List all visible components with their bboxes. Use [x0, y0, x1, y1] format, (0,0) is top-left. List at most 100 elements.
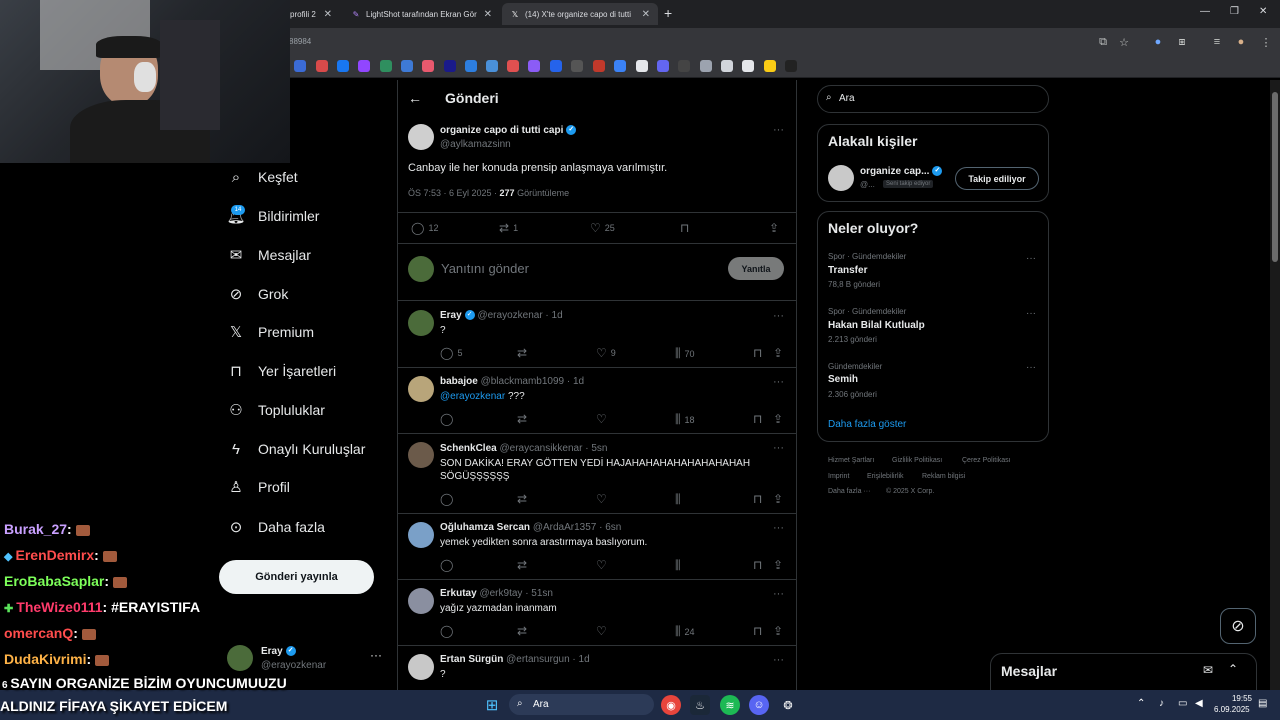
bookmark-action[interactable]: ⊓	[753, 346, 766, 360]
reply-action[interactable]: ◯ 5	[440, 346, 462, 360]
avatar[interactable]	[408, 124, 434, 150]
reply-action[interactable]: ◯	[440, 624, 457, 638]
footer-link[interactable]: Hizmet Şartları	[828, 457, 874, 464]
reply-header[interactable]: Erkutay @erk9tay · 51sn	[440, 588, 553, 599]
bookmark-icon[interactable]	[316, 60, 328, 72]
url-field[interactable]: 88984	[289, 37, 311, 46]
new-message-icon[interactable]: ✉	[1203, 663, 1213, 677]
nav-messages[interactable]: ✉ Mesajlar	[226, 240, 311, 270]
trend-name[interactable]: Semih	[828, 374, 858, 385]
bookmark-icon[interactable]	[401, 60, 413, 72]
bookmark-icon[interactable]	[507, 60, 519, 72]
bookmark-icon[interactable]	[294, 60, 306, 72]
reply-action[interactable]: ◯	[440, 492, 457, 506]
bookmark-action[interactable]: ⊓	[753, 412, 766, 426]
back-arrow-icon[interactable]: ←	[408, 90, 422, 106]
tab-profile[interactable]: profili 2 ✕	[282, 3, 340, 25]
close-icon[interactable]: ✕	[324, 9, 332, 20]
like-action[interactable]: ♡	[596, 558, 611, 572]
repost-action[interactable]: ⇄	[517, 346, 531, 360]
like-action[interactable]: ♡	[596, 412, 611, 426]
op-name[interactable]: organize capo di tutti capi ✓	[440, 125, 577, 136]
more-icon[interactable]: ···	[1026, 253, 1036, 264]
reply-action[interactable]: ◯	[440, 412, 457, 426]
avatar[interactable]	[227, 645, 253, 671]
windows-start-icon[interactable]: ⊞	[482, 695, 502, 715]
bookmark-icon[interactable]	[636, 60, 648, 72]
extensions-icon[interactable]: ⧆	[1175, 35, 1189, 49]
post-button[interactable]: Gönderi yayınla	[219, 560, 374, 594]
footer-link[interactable]: Daha fazla ···	[828, 488, 870, 495]
views-action[interactable]: ⫼ 18	[675, 412, 695, 427]
following-button[interactable]: Takip ediliyor	[955, 167, 1039, 190]
new-tab-icon[interactable]: +	[664, 5, 672, 21]
nav-profile[interactable]: ♙ Profil	[226, 472, 290, 502]
more-icon[interactable]: ···	[773, 442, 784, 454]
person-name[interactable]: organize cap... ✓	[860, 166, 943, 177]
bookmark-star-icon[interactable]: ☆	[1117, 35, 1131, 49]
reply-header[interactable]: SchenkClea @eraycansikkenar · 5sn	[440, 443, 607, 454]
repost-action[interactable]: ⇄	[517, 558, 531, 572]
clock-time[interactable]: 19:55	[1222, 694, 1252, 703]
scrollbar-thumb[interactable]	[1272, 92, 1278, 262]
views-action[interactable]: ⫼	[675, 492, 685, 507]
extension-vpn-icon[interactable]: ●	[1151, 35, 1165, 49]
bookmark-icon[interactable]	[380, 60, 392, 72]
bookmark-action[interactable]: ⊓	[753, 558, 766, 572]
like-action[interactable]: ♡ 9	[596, 346, 616, 360]
bookmark-icon[interactable]	[785, 60, 797, 72]
avatar[interactable]	[408, 522, 434, 548]
share-action[interactable]: ⇪	[769, 221, 783, 235]
reply-action[interactable]: ◯ 12	[411, 221, 438, 235]
repost-action[interactable]: ⇄	[517, 412, 531, 426]
footer-link[interactable]: Gizlilik Politikası	[892, 457, 942, 464]
trend-name[interactable]: Hakan Bilal Kutlualp	[828, 320, 925, 331]
bookmark-icon[interactable]	[614, 60, 626, 72]
bookmark-icon[interactable]	[422, 60, 434, 72]
grok-icon[interactable]: ⊘	[1220, 608, 1256, 644]
bookmark-action[interactable]: ⊓	[753, 492, 766, 506]
mention-link[interactable]: @erayozkenar	[440, 391, 505, 402]
more-icon[interactable]: ···	[773, 654, 784, 666]
op-handle[interactable]: @aylkamazsinn	[440, 139, 511, 150]
tab-lightshot[interactable]: ✎ LightShot tarafından Ekran Gör ✕	[343, 3, 500, 25]
footer-link[interactable]: Erişilebilirlik	[867, 473, 904, 480]
more-icon[interactable]: ···	[773, 522, 784, 534]
window-close-icon[interactable]: ✕	[1259, 6, 1267, 17]
bookmark-icon[interactable]	[764, 60, 776, 72]
bookmark-icon[interactable]	[358, 60, 370, 72]
avatar[interactable]	[408, 588, 434, 614]
avatar[interactable]	[408, 442, 434, 468]
footer-link[interactable]: Çerez Politikası	[962, 457, 1011, 464]
show-more-link[interactable]: Daha fazla göster	[828, 419, 906, 430]
more-icon[interactable]: ···	[1026, 308, 1036, 319]
bookmark-icon[interactable]	[528, 60, 540, 72]
more-icon[interactable]: ···	[773, 588, 784, 600]
repost-action[interactable]: ⇄	[517, 492, 531, 506]
microphone-icon[interactable]: ♪	[1159, 698, 1164, 709]
taskbar-search[interactable]	[509, 694, 654, 715]
share-action[interactable]: ⇪	[773, 492, 787, 506]
search-input[interactable]: Ara	[839, 93, 855, 104]
bookmark-icon[interactable]	[550, 60, 562, 72]
reply-header[interactable]: babajoe @blackmamb1099 · 1d	[440, 376, 584, 387]
nav-premium[interactable]: 𝕏 Premium	[226, 317, 314, 347]
bookmark-icon[interactable]	[700, 60, 712, 72]
bookmark-action[interactable]: ⊓	[680, 221, 693, 235]
share-action[interactable]: ⇪	[773, 412, 787, 426]
share-action[interactable]: ⇪	[773, 346, 787, 360]
nav-verified-orgs[interactable]: ϟ Onaylı Kuruluşlar	[226, 434, 365, 464]
spotify-icon[interactable]: ≋	[720, 695, 740, 715]
trend-name[interactable]: Transfer	[828, 265, 867, 276]
more-icon[interactable]: ···	[773, 310, 784, 322]
share-action[interactable]: ⇪	[773, 624, 787, 638]
bookmark-icon[interactable]	[721, 60, 733, 72]
reply-header[interactable]: Eray ✓ @erayozkenar · 1d	[440, 310, 563, 321]
avatar[interactable]	[408, 310, 434, 336]
profile-avatar-icon[interactable]: ●	[1234, 35, 1248, 49]
discord-icon[interactable]: ☺	[749, 695, 769, 715]
avatar[interactable]	[408, 654, 434, 680]
close-icon[interactable]: ✕	[642, 9, 650, 20]
reply-header[interactable]: Oğluhamza Sercan @ArdaAr1357 · 6sn	[440, 522, 621, 533]
bookmark-icon[interactable]	[593, 60, 605, 72]
